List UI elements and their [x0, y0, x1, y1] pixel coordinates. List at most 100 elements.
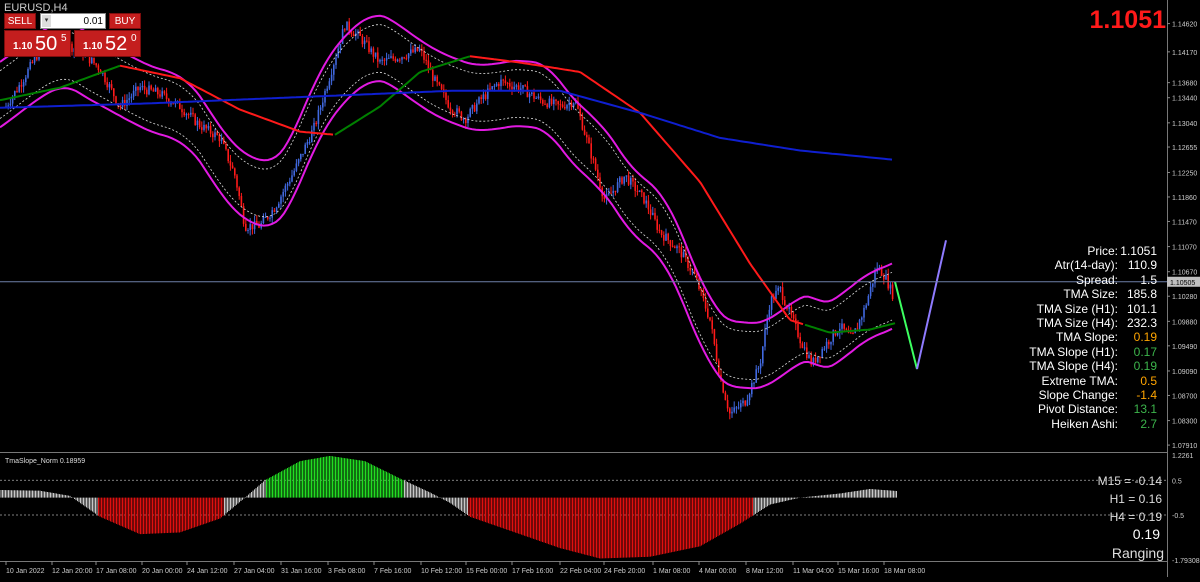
- candle-body: [275, 207, 278, 212]
- candle-body: [385, 57, 388, 61]
- candle-body: [113, 88, 115, 97]
- candle-body: [381, 59, 383, 61]
- candle-body: [379, 59, 381, 62]
- time-tick-label: 12 Jan 20:00: [52, 568, 93, 575]
- candle-body: [308, 142, 311, 144]
- time-tick-label: 20 Jan 00:00: [142, 568, 183, 575]
- candle-body: [394, 58, 397, 62]
- candle-body: [14, 90, 16, 97]
- candle-body: [825, 341, 828, 349]
- candle-body: [502, 79, 504, 81]
- candle-body: [300, 153, 302, 160]
- candle-body: [229, 161, 232, 166]
- candle-body: [434, 76, 436, 81]
- candle-body: [141, 85, 144, 88]
- candle-body: [286, 183, 289, 186]
- volume-input[interactable]: [53, 14, 105, 28]
- info-label: TMA Slope:: [1055, 330, 1118, 345]
- candle-body: [493, 85, 496, 87]
- candle-body: [865, 305, 867, 308]
- candle-body: [777, 287, 779, 291]
- buy-price-prefix: 1.10: [83, 41, 103, 52]
- candle-body: [154, 87, 157, 92]
- candle-body: [132, 90, 135, 97]
- candle-body: [22, 82, 25, 87]
- candle-body: [654, 212, 656, 220]
- price-tick-label: 1.08700: [1172, 393, 1197, 400]
- candle-body: [97, 65, 100, 71]
- candle-body: [803, 347, 806, 349]
- candle-body: [225, 143, 227, 150]
- candle-body: [405, 58, 408, 60]
- info-label: Pivot Distance:: [1037, 402, 1118, 417]
- candle-body: [658, 229, 661, 231]
- candle-body: [27, 68, 29, 78]
- sell-button[interactable]: SELL: [4, 13, 36, 29]
- candle-body: [245, 223, 247, 231]
- info-label: Extreme TMA:: [1041, 373, 1118, 388]
- candle-body: [863, 307, 865, 318]
- candle-body: [484, 94, 487, 99]
- volume-field[interactable]: ▾: [40, 13, 106, 29]
- candle-body: [447, 100, 449, 108]
- candle-body: [733, 407, 735, 412]
- info-value: 185.8: [1126, 287, 1157, 302]
- buy-price-pips: 52: [105, 33, 128, 55]
- candle-body: [830, 341, 832, 345]
- candle-body: [755, 369, 757, 383]
- candle-body: [550, 98, 553, 105]
- candle-body: [247, 229, 249, 231]
- candle-body: [744, 400, 746, 406]
- time-tick-label: 31 Jan 16:00: [281, 568, 322, 575]
- candle-body: [715, 344, 718, 361]
- time-tick-label: 17 Feb 16:00: [512, 568, 553, 575]
- candle-body: [148, 85, 150, 95]
- candle-body: [209, 125, 212, 134]
- time-tick-label: 22 Feb 04:00: [560, 568, 601, 575]
- candle-body: [557, 101, 559, 105]
- buy-button[interactable]: BUY: [109, 13, 141, 29]
- candle-body: [740, 403, 742, 408]
- candle-body: [636, 190, 639, 192]
- sell-price-button[interactable]: 1.10 50 5: [4, 30, 71, 57]
- candle-body: [869, 286, 872, 297]
- candle-body: [139, 87, 141, 91]
- time-tick-label: 7 Feb 16:00: [374, 568, 411, 575]
- time-tick-label: 24 Jan 12:00: [187, 568, 228, 575]
- candle-body: [480, 97, 482, 99]
- info-row: Extreme TMA: 0.5: [1000, 374, 1160, 389]
- candle-body: [449, 107, 452, 111]
- candle-body: [238, 187, 240, 197]
- mtf-m15-value: M15 = -0.14: [1097, 474, 1162, 488]
- candle-body: [850, 332, 852, 334]
- info-value: 0.17: [1133, 344, 1157, 359]
- time-tick-label: 10 Feb 12:00: [421, 568, 462, 575]
- candle-body: [638, 190, 641, 192]
- candle-body: [718, 360, 720, 375]
- candle-body: [293, 170, 295, 176]
- candle-body: [856, 328, 859, 330]
- candle-body: [478, 97, 480, 104]
- candle-body: [781, 287, 784, 301]
- info-label: TMA Slope (H1):: [1029, 344, 1118, 359]
- candle-body: [390, 56, 392, 58]
- candle-body: [388, 57, 390, 59]
- candle-body: [533, 92, 535, 99]
- time-tick-label: 18 Mar 08:00: [884, 568, 925, 575]
- candle-body: [610, 192, 612, 194]
- candle-body: [104, 72, 106, 83]
- candle-body: [586, 134, 588, 138]
- candle-body: [218, 135, 221, 142]
- candle-body: [669, 240, 672, 246]
- price-tick-label: 1.10280: [1172, 294, 1197, 301]
- candle-body: [348, 21, 350, 32]
- candle-body: [843, 323, 845, 329]
- info-value: 13.1: [1133, 402, 1157, 417]
- candle-body: [267, 216, 269, 219]
- buy-price-button[interactable]: 1.10 52 0: [74, 30, 141, 57]
- info-label: Heiken Ashi:: [1051, 416, 1118, 431]
- candle-body: [284, 185, 287, 192]
- volume-dropdown-icon[interactable]: ▾: [42, 15, 51, 27]
- candle-body: [137, 86, 139, 91]
- candle-body: [546, 104, 548, 108]
